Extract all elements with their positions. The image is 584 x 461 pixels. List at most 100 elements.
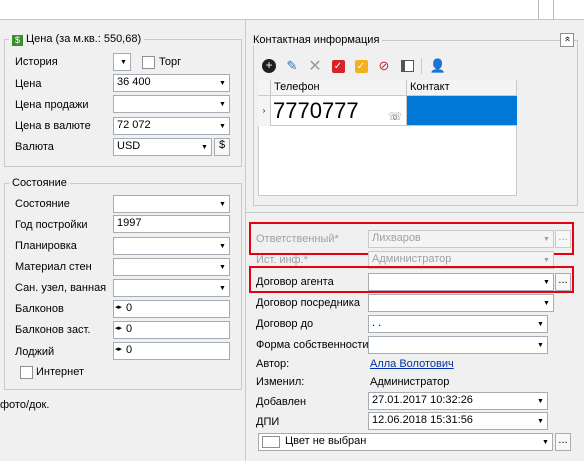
broker-contract-label: Договор посредника (256, 297, 360, 309)
color-picker[interactable]: Цвет не выбран ▼ (258, 433, 553, 451)
dpi-date[interactable]: 12.06.2018 15:31:56 ▼ (368, 412, 548, 430)
chevron-down-icon: ▼ (539, 434, 552, 450)
sale-price-label: Цена продажи (15, 99, 89, 111)
add-icon[interactable]: + (260, 57, 278, 75)
author-label: Автор: (256, 358, 290, 370)
bargain-checkbox[interactable] (142, 56, 155, 69)
chevron-down-icon: ▼ (216, 196, 229, 212)
currency-price-value: 72 072 (117, 119, 151, 131)
sale-price-field[interactable]: ▼ (113, 95, 230, 113)
changed-value: Администратор (370, 376, 450, 388)
internet-label: Интернет (36, 366, 84, 378)
currency-price-field[interactable]: 72 072 ▼ (113, 117, 230, 135)
contract-until-label: Договор до (256, 318, 314, 330)
added-date[interactable]: 27.01.2017 10:32:26 ▼ (368, 392, 548, 410)
chevron-down-icon: ▼ (534, 337, 547, 353)
author-link[interactable]: Алла Волотович (370, 358, 454, 370)
top-divider (553, 0, 554, 20)
chevron-down-icon: ▼ (216, 280, 229, 296)
collapse-button[interactable]: « (560, 33, 574, 47)
loggias-value: 0 (126, 344, 133, 356)
add-contact-icon[interactable]: 👤 (429, 57, 447, 75)
splitter[interactable] (245, 20, 246, 461)
dollar-icon: $ (12, 35, 23, 46)
bathroom-label: Сан. узел, ванная (15, 282, 107, 294)
wall-material-dropdown[interactable]: ▼ (113, 258, 230, 276)
glazed-balconies-label: Балконов заст. (15, 324, 91, 336)
layout-dropdown[interactable]: ▼ (113, 237, 230, 255)
column-header-phone[interactable]: Телефон (271, 80, 407, 96)
state-group-title: Состояние (9, 177, 70, 189)
spin-arrows-icon[interactable]: ◂▸ (115, 324, 122, 332)
section-divider (246, 212, 584, 213)
highlight-agent-contract (249, 266, 574, 293)
loggias-spin[interactable]: ◂▸ 0 (113, 342, 230, 360)
history-label: История (15, 56, 58, 68)
contact-group-title: Контактная информация (250, 34, 383, 46)
delete-icon[interactable]: ✕ (306, 57, 324, 75)
currency-price-label: Цена в валюте (15, 120, 91, 132)
color-value: Цвет не выбран (285, 435, 367, 447)
chevron-down-icon: ▼ (198, 139, 211, 155)
balconies-spin[interactable]: ◂▸ 0 (113, 300, 230, 318)
price-field[interactable]: 36 400 ▼ (113, 74, 230, 92)
chevron-down-icon: ▼ (216, 259, 229, 275)
price-group-title: $ Цена (за м.кв.: 550,68) (9, 33, 145, 46)
price-value: 36 400 (117, 76, 151, 88)
phone-icon: ☏ (388, 111, 402, 123)
glazed-balconies-spin[interactable]: ◂▸ 0 (113, 321, 230, 339)
changed-label: Изменил: (256, 376, 305, 388)
ownership-dropdown[interactable]: ▼ (368, 336, 548, 354)
history-dropdown[interactable]: ▼ (113, 53, 131, 71)
spin-arrows-icon[interactable]: ◂▸ (115, 303, 122, 311)
dpi-value: 12.06.2018 15:31:56 (372, 414, 473, 426)
red-check-icon[interactable]: ✓ (329, 57, 347, 75)
internet-checkbox[interactable] (20, 366, 33, 379)
year-built-value: 1997 (117, 217, 142, 229)
table-row-contact-cell[interactable] (407, 96, 517, 126)
glazed-balconies-value: 0 (126, 323, 133, 335)
contract-until-date[interactable]: . . ▼ (368, 315, 548, 333)
top-divider (538, 0, 539, 20)
layout-label: Планировка (15, 240, 77, 252)
chevron-down-icon: ▼ (216, 75, 229, 91)
bathroom-dropdown[interactable]: ▼ (113, 279, 230, 297)
currency-button[interactable]: $ (214, 138, 230, 156)
balconies-label: Балконов (15, 303, 64, 315)
columns-icon[interactable] (398, 57, 416, 75)
currency-dropdown[interactable]: USD ▼ (113, 138, 212, 156)
source-value: Администратор (372, 253, 452, 265)
hide-icon[interactable]: ⊘ (375, 57, 393, 75)
toolbar-separator (421, 58, 422, 74)
column-header-contact[interactable]: Контакт (407, 80, 517, 96)
currency-value: USD (117, 140, 141, 152)
yellow-check-icon[interactable]: ✓ (352, 57, 370, 75)
chevron-down-icon: ▼ (534, 413, 547, 429)
row-indicator-icon: › (258, 96, 271, 126)
chevron-down-icon: ▼ (216, 96, 229, 112)
dpi-label: ДПИ (256, 416, 280, 428)
year-built-field[interactable]: 1997 (113, 215, 230, 233)
price-group-title-text: Цена (за м.кв.: 550,68) (26, 33, 142, 45)
year-built-label: Год постройки (15, 219, 88, 231)
added-label: Добавлен (256, 396, 307, 408)
ownership-label: Форма собственности (256, 339, 369, 351)
edit-icon[interactable]: ✎ (283, 57, 301, 75)
grid-corner (258, 80, 271, 96)
state-label: Состояние (15, 198, 70, 210)
chevron-down-icon: ▼ (534, 316, 547, 332)
color-ellipsis-button[interactable]: ... (555, 433, 571, 451)
spin-arrows-icon[interactable]: ◂▸ (115, 345, 122, 353)
chevron-down-icon: ▼ (216, 238, 229, 254)
table-row-phone-cell[interactable]: 7770777 ☏ (271, 96, 407, 126)
top-strip (0, 0, 584, 20)
color-swatch (262, 436, 280, 448)
added-value: 27.01.2017 10:32:26 (372, 394, 473, 406)
contract-until-value: . . (372, 317, 382, 329)
price-label: Цена (15, 78, 42, 90)
chevron-down-icon: ▼ (117, 54, 130, 70)
state-dropdown[interactable]: ▼ (113, 195, 230, 213)
broker-contract-dropdown[interactable]: ▼ (368, 294, 554, 312)
wall-material-label: Материал стен (15, 261, 92, 273)
currency-label: Валюта (15, 141, 54, 153)
